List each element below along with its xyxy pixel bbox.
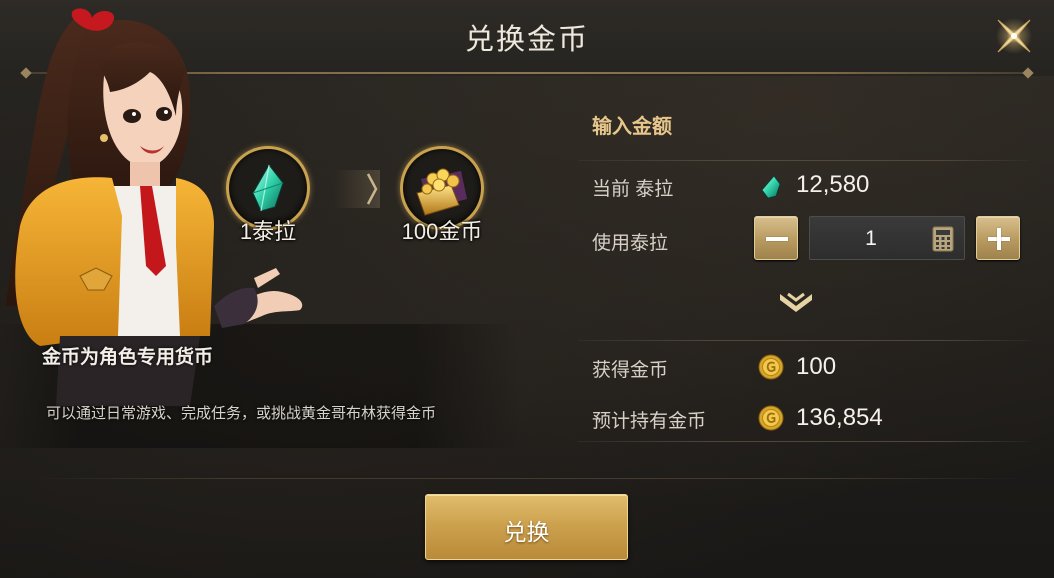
- gold-amount-label: 100金币: [401, 219, 483, 244]
- expected-gold-label: 预计持有金币: [592, 411, 707, 432]
- plus-icon-vertical: [997, 228, 1001, 250]
- footer-divider: [26, 478, 1028, 479]
- row-divider: [578, 160, 1030, 161]
- increase-button[interactable]: [976, 216, 1020, 260]
- tera-gem-icon: [761, 175, 781, 199]
- input-amount-title: 输入金额: [592, 116, 672, 138]
- close-button[interactable]: [988, 10, 1040, 62]
- info-title: 金币为角色专用货币: [42, 347, 214, 368]
- chevron-right-icon: [366, 173, 378, 205]
- tera-amount-label: 1泰拉: [239, 219, 297, 244]
- tera-quantity-input[interactable]: 1: [809, 216, 965, 260]
- expected-gold-value: 136,854: [796, 404, 883, 431]
- gold-coin-icon: [758, 354, 784, 380]
- obtain-gold-value: 100: [796, 353, 837, 380]
- exchange-gold-dialog: 兑换金币 1泰拉 100金币 金币为角色专用货币 可以通过日常游戏、完成任务，或…: [0, 0, 1054, 578]
- conversion-arrow: [334, 170, 380, 208]
- current-tera-label: 当前 泰拉: [592, 179, 674, 200]
- info-description: 可以通过日常游戏、完成任务，或挑战黄金哥布林获得金币: [46, 405, 437, 422]
- calculator-icon[interactable]: [932, 226, 954, 252]
- use-tera-label: 使用泰拉: [592, 233, 669, 254]
- decrease-button[interactable]: [754, 216, 798, 260]
- row-divider: [578, 441, 1030, 442]
- current-tera-value: 12,580: [796, 171, 870, 198]
- obtain-gold-label: 获得金币: [592, 360, 669, 381]
- tera-quantity-value: 1: [865, 227, 877, 250]
- double-chevron-down-icon: [780, 292, 812, 312]
- exchange-button[interactable]: 兑换: [425, 494, 628, 560]
- minus-icon: [766, 237, 788, 241]
- close-x-icon: [996, 18, 1032, 54]
- row-divider: [578, 340, 1030, 341]
- exchange-button-label: 兑换: [503, 519, 550, 545]
- gold-coin-icon: [758, 405, 784, 431]
